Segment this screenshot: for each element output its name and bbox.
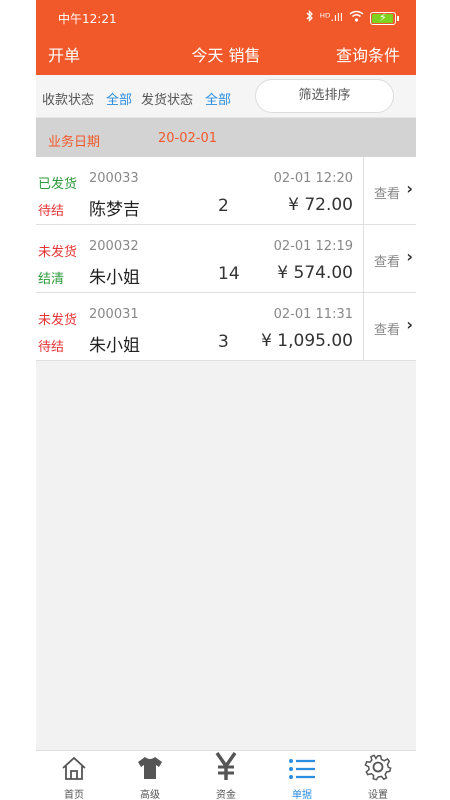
- view-label: 查看: [374, 187, 401, 202]
- battery-icon: ⚡: [370, 11, 399, 25]
- pay-status: 待结: [38, 204, 65, 219]
- payment-status-select[interactable]: 全部: [106, 89, 132, 108]
- filter-bar: 收款状态 全部 发货状态 全部 筛选排序: [36, 75, 416, 118]
- view-order-button[interactable]: 查看 ›: [363, 293, 416, 360]
- app-screen: 中午12:21 ᴴᴰ.ıll ⚡ 开单 今天 销售 查询条件 收款状态 全部 发…: [36, 0, 416, 800]
- bluetooth-icon: [306, 9, 314, 26]
- shipping-status-select[interactable]: 全部: [205, 89, 231, 108]
- pay-status: 结清: [38, 272, 65, 287]
- business-date-label: 业务日期: [48, 135, 101, 150]
- customer-name: 陈梦吉: [89, 200, 140, 220]
- business-date-value: 20-02-01: [158, 131, 218, 146]
- filter-sort-button[interactable]: 筛选排序: [255, 79, 394, 113]
- tab-label: 单据: [292, 790, 312, 800]
- order-time: 02-01 11:31: [273, 307, 353, 322]
- tab-settings[interactable]: 设置: [340, 751, 416, 800]
- tab-label: 设置: [368, 790, 388, 800]
- tab-funds[interactable]: 资金: [188, 751, 264, 800]
- signal-icon: ᴴᴰ.ıll: [319, 11, 343, 24]
- view-label: 查看: [374, 323, 401, 338]
- tab-documents[interactable]: 单据: [264, 751, 340, 800]
- order-quantity: 3: [218, 332, 229, 352]
- order-amount: ¥ 1,095.00: [261, 331, 353, 351]
- ship-status: 未发货: [38, 313, 78, 328]
- status-time: 中午12:21: [58, 12, 117, 26]
- order-number: 200032: [89, 239, 139, 254]
- order-quantity: 2: [218, 196, 229, 216]
- order-row[interactable]: 已发货 待结 200033 陈梦吉 2 02-01 12:20 ¥ 72.00 …: [36, 157, 416, 225]
- bottom-nav: 首页 高级 资金 单据 设置: [36, 750, 416, 800]
- yen-icon: [188, 751, 264, 781]
- customer-name: 朱小姐: [89, 268, 140, 288]
- order-amount: ¥ 72.00: [288, 195, 353, 215]
- tab-label: 首页: [64, 790, 84, 800]
- ship-status: 已发货: [38, 177, 78, 192]
- gear-icon: [340, 751, 416, 781]
- home-icon: [36, 751, 112, 781]
- order-row[interactable]: 未发货 待结 200031 朱小姐 3 02-01 11:31 ¥ 1,095.…: [36, 293, 416, 361]
- tab-label: 高级: [140, 790, 160, 800]
- order-time: 02-01 12:20: [273, 171, 353, 186]
- order-row-main[interactable]: 未发货 结清 200032 朱小姐 14 02-01 12:19 ¥ 574.0…: [36, 225, 363, 293]
- chevron-right-icon: ›: [406, 247, 413, 266]
- tab-label: 资金: [216, 790, 236, 800]
- chevron-right-icon: ›: [406, 315, 413, 334]
- shirt-icon: [112, 751, 188, 781]
- tab-advanced[interactable]: 高级: [112, 751, 188, 800]
- view-order-button[interactable]: 查看 ›: [363, 157, 416, 224]
- payment-status-label: 收款状态: [42, 93, 95, 108]
- order-list: 已发货 待结 200033 陈梦吉 2 02-01 12:20 ¥ 72.00 …: [36, 157, 416, 361]
- order-row-main[interactable]: 已发货 待结 200033 陈梦吉 2 02-01 12:20 ¥ 72.00: [36, 157, 363, 225]
- query-conditions-button[interactable]: 查询条件: [336, 42, 400, 66]
- chevron-right-icon: ›: [406, 179, 413, 198]
- status-icons: ᴴᴰ.ıll ⚡: [306, 9, 399, 26]
- order-row-main[interactable]: 未发货 待结 200031 朱小姐 3 02-01 11:31 ¥ 1,095.…: [36, 293, 363, 361]
- app-header: 中午12:21 ᴴᴰ.ıll ⚡ 开单 今天 销售 查询条件: [36, 0, 416, 75]
- order-amount: ¥ 574.00: [277, 263, 353, 283]
- order-time: 02-01 12:19: [273, 239, 353, 254]
- status-bar: 中午12:21 ᴴᴰ.ıll ⚡: [36, 0, 416, 36]
- view-order-button[interactable]: 查看 ›: [363, 225, 416, 292]
- view-label: 查看: [374, 255, 401, 270]
- wifi-icon: [349, 10, 364, 26]
- order-number: 200033: [89, 171, 139, 186]
- order-row[interactable]: 未发货 结清 200032 朱小姐 14 02-01 12:19 ¥ 574.0…: [36, 225, 416, 293]
- order-quantity: 14: [218, 264, 240, 284]
- list-icon: [264, 751, 340, 781]
- customer-name: 朱小姐: [89, 336, 140, 356]
- ship-status: 未发货: [38, 245, 78, 260]
- shipping-status-label: 发货状态: [141, 93, 194, 108]
- order-number: 200031: [89, 307, 139, 322]
- pay-status: 待结: [38, 340, 65, 355]
- business-date-row[interactable]: 业务日期 20-02-01: [36, 118, 416, 157]
- tab-home[interactable]: 首页: [36, 751, 112, 800]
- title-bar: 开单 今天 销售 查询条件: [36, 36, 416, 75]
